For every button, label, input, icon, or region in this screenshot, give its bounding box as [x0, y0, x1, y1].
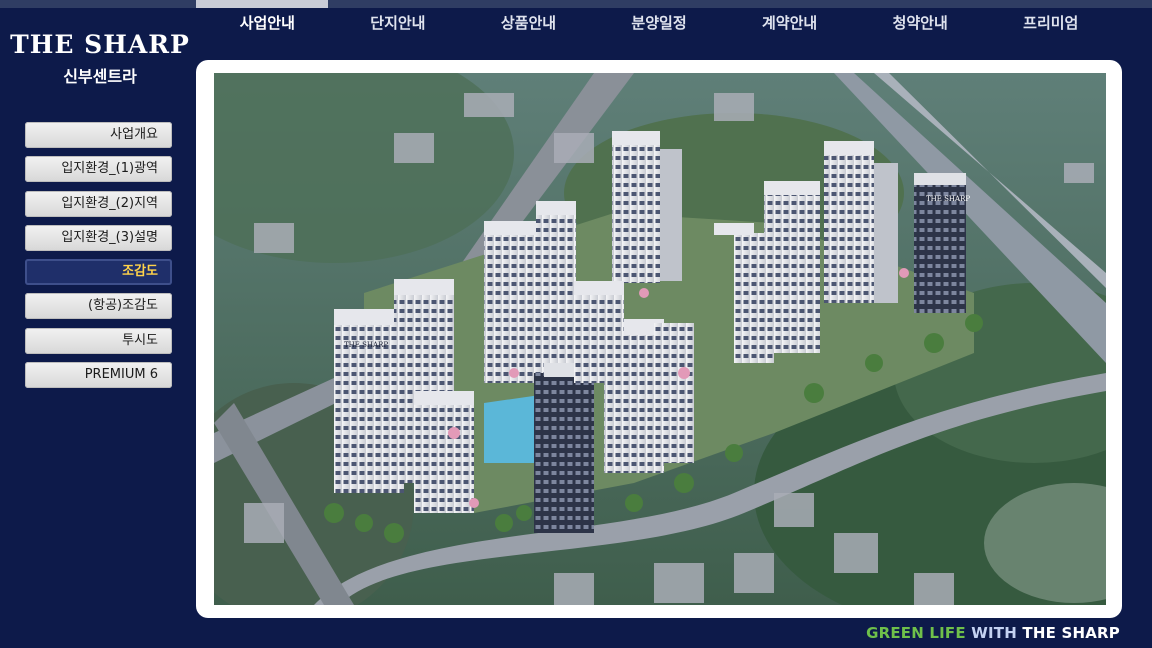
- sidebar-item-aerial-birdseye[interactable]: (항공)조감도: [25, 293, 172, 320]
- birdseye-rendering: THE SHARP THE SHARP: [214, 73, 1106, 605]
- sidebar-item-location-wide[interactable]: 입지환경_(1)광역: [25, 156, 172, 183]
- sidebar-item-perspective[interactable]: 투시도: [25, 327, 172, 354]
- footer-slogan: GREEN LIFE WITH THE SHARP: [866, 624, 1120, 642]
- tab-contract-info[interactable]: 계약안내: [724, 12, 855, 33]
- brand-logo: THE SHARP: [10, 30, 190, 59]
- tab-business-info[interactable]: 사업안내: [202, 12, 333, 33]
- sidebar-item-location-regional[interactable]: 입지환경_(2)지역: [25, 190, 172, 217]
- tab-subscription-info[interactable]: 청약안내: [855, 12, 986, 33]
- active-tab-marker: [196, 0, 328, 8]
- building-sign-logo-2: THE SHARP: [344, 341, 388, 349]
- tab-complex-info[interactable]: 단지안내: [333, 12, 464, 33]
- project-name: 신부센트라: [63, 67, 137, 86]
- sidebar-item-birdseye[interactable]: 조감도: [25, 259, 172, 286]
- top-strip: [0, 0, 1152, 8]
- sidebar-item-location-description[interactable]: 입지환경_(3)설명: [25, 224, 172, 251]
- slogan-brand: THE SHARP: [1022, 624, 1120, 642]
- slogan-with: WITH: [971, 624, 1017, 642]
- image-frame: THE SHARP THE SHARP: [196, 60, 1122, 618]
- tab-sale-schedule[interactable]: 분양일정: [594, 12, 725, 33]
- logo[interactable]: THE SHARP 신부센트라: [0, 30, 200, 87]
- sidebar-item-premium[interactable]: PREMIUM 6: [25, 362, 172, 389]
- building-sign-logo: THE SHARP: [926, 195, 970, 203]
- top-navigation: 사업안내 단지안내 상품안내 분양일정 계약안내 청약안내 프리미엄: [196, 12, 1122, 33]
- sidebar-item-overview[interactable]: 사업개요: [25, 122, 172, 148]
- tab-premium[interactable]: 프리미엄: [985, 12, 1116, 33]
- tab-product-info[interactable]: 상품안내: [463, 12, 594, 33]
- side-menu: 사업개요 입지환경_(1)광역 입지환경_(2)지역 입지환경_(3)설명 조감…: [25, 122, 172, 396]
- slogan-green-life: GREEN LIFE: [866, 624, 966, 642]
